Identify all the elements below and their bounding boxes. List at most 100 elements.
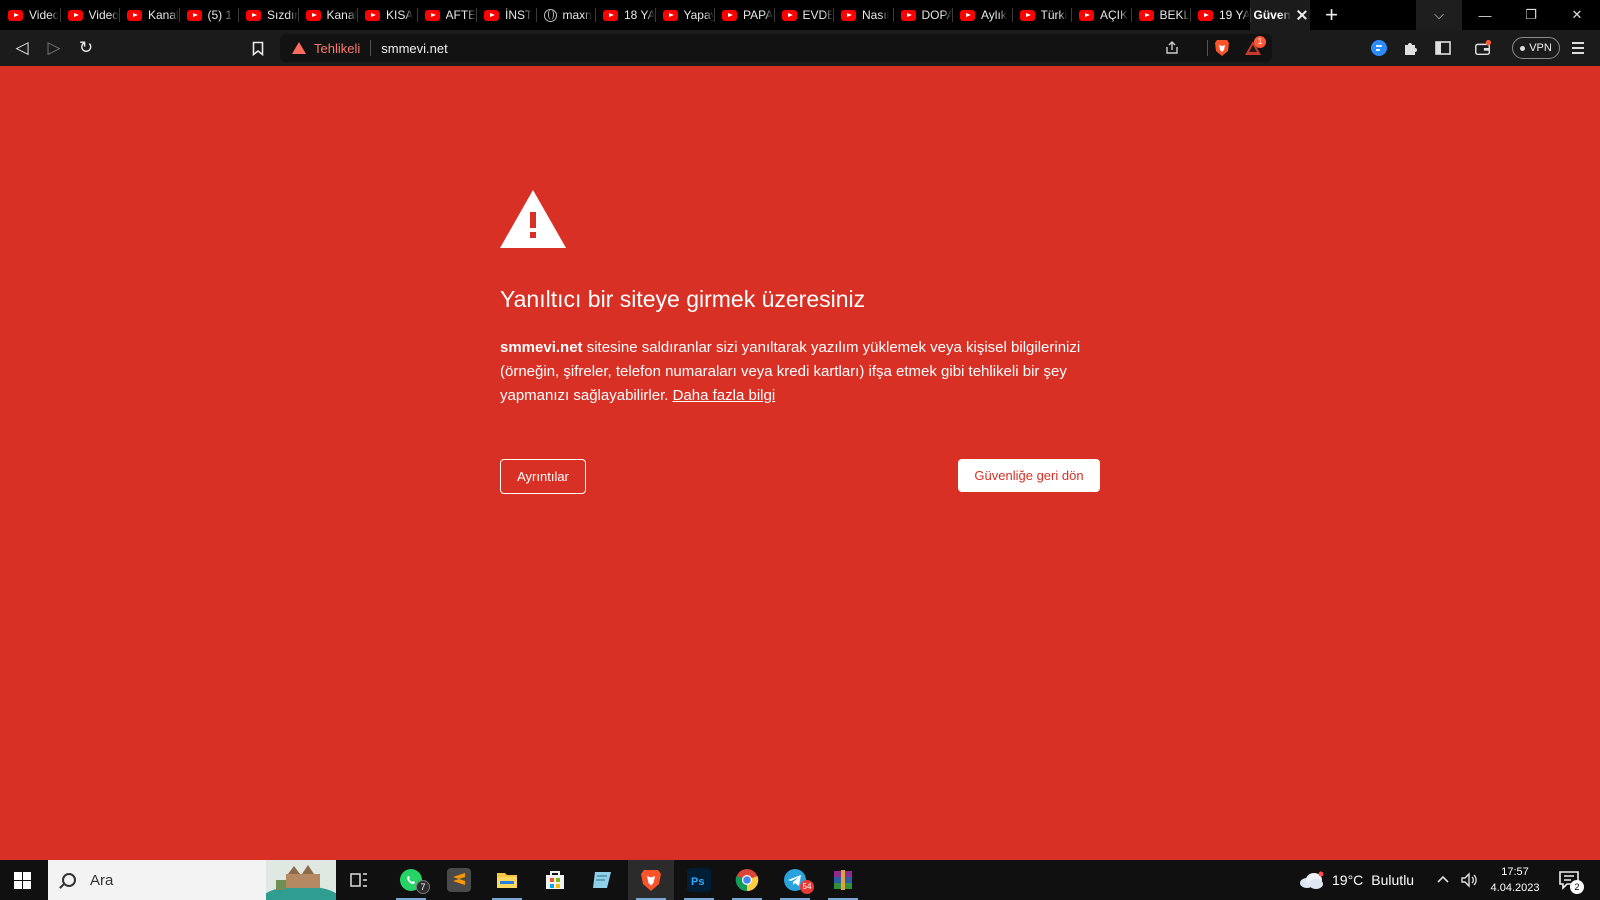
youtube-favicon-icon (246, 9, 261, 21)
tab-title: Kanal (326, 8, 358, 22)
minimize-button[interactable]: — (1462, 0, 1508, 30)
browser-tab[interactable]: 18 YA (595, 0, 655, 30)
weather-widget[interactable]: 19°C Bulutlu (1298, 860, 1414, 900)
url-text[interactable]: smmevi.net (381, 41, 447, 56)
close-tab-icon[interactable] (1295, 8, 1309, 22)
svg-text:Ps: Ps (691, 876, 704, 888)
active-browser-tab[interactable]: Güven (1249, 0, 1310, 30)
warning-triangle-icon (500, 190, 566, 248)
browser-tab[interactable]: AFTE (416, 0, 477, 30)
window-controls: ⌵ — ❐ ✕ (1416, 0, 1600, 30)
tab-title: 18 YA (624, 8, 655, 22)
browser-tab[interactable]: KISA (357, 0, 417, 30)
youtube-favicon-icon (1138, 9, 1154, 21)
page-title: Yanıltıcı bir siteye girmek üzeresiniz (500, 286, 866, 312)
browser-tab[interactable]: EVDE (773, 0, 833, 30)
reload-button[interactable]: ↻ (70, 33, 102, 63)
chrome-icon (735, 869, 759, 892)
vpn-button[interactable]: VPN (1512, 37, 1560, 59)
cloudy-weather-icon (1300, 871, 1324, 889)
tab-title: PAPA (743, 8, 774, 22)
whatsapp-badge: 7 (416, 880, 430, 894)
browser-tab[interactable]: İNST (476, 0, 536, 30)
browser-tab[interactable]: Kanal (119, 0, 179, 30)
browser-tab[interactable]: PAPA (714, 0, 774, 30)
share-icon[interactable] (1164, 40, 1180, 56)
learn-more-link[interactable]: Daha fazla bilgi (673, 387, 776, 404)
start-button-windows-icon[interactable] (14, 872, 31, 889)
new-tab-button[interactable]: + (1310, 0, 1354, 30)
bookmark-button[interactable] (242, 33, 274, 63)
tab-title: AFTE (445, 8, 477, 22)
browser-tab[interactable]: 19 YA (1190, 0, 1250, 30)
youtube-favicon-icon (1198, 9, 1213, 21)
youtube-favicon-icon (484, 9, 499, 21)
browser-tab[interactable]: BEKL (1130, 0, 1190, 30)
browser-tab[interactable]: maxn (535, 0, 596, 30)
task-view-icon[interactable] (350, 872, 368, 888)
taskbar-app-winrar[interactable] (820, 860, 866, 900)
brave-shields-icon[interactable] (1214, 39, 1230, 57)
volume-speaker-icon[interactable] (1460, 872, 1478, 888)
sidebar-toggle-icon[interactable] (1434, 39, 1452, 57)
close-window-button[interactable]: ✕ (1554, 0, 1600, 30)
browser-tab[interactable]: Video (0, 0, 60, 30)
taskbar-app-notes[interactable] (580, 860, 626, 900)
sublime-text-icon (447, 868, 471, 892)
taskbar-app-telegram[interactable]: 54 (772, 860, 818, 900)
youtube-favicon-icon (960, 9, 975, 21)
browser-tab[interactable]: AÇIK (1071, 0, 1131, 30)
show-hidden-icons-chevron-up-icon[interactable] (1436, 872, 1450, 886)
danger-warning-icon (292, 42, 306, 54)
youtube-favicon-icon (900, 9, 916, 21)
tab-title: Yapay (683, 8, 715, 22)
taskbar-app-microsoft-store[interactable] (532, 860, 578, 900)
back-to-safety-button[interactable]: Güvenliğe geri dön (958, 459, 1100, 492)
winrar-icon (834, 870, 852, 890)
tab-title: maxn (562, 8, 592, 22)
browser-tab[interactable]: Kanal (297, 0, 358, 30)
tab-title: Nasıl (862, 8, 890, 22)
restore-button[interactable]: ❐ (1508, 0, 1554, 30)
details-button[interactable]: Ayrıntılar (500, 459, 586, 494)
browser-tab[interactable]: Nasıl (833, 0, 893, 30)
brave-browser-icon (641, 870, 661, 891)
vpn-status-icon (1520, 45, 1526, 51)
taskbar-app-sublime-text[interactable] (436, 860, 482, 900)
address-bar[interactable]: Tehlikeli smmevi.net 1 (280, 34, 1272, 62)
main-menu-icon[interactable] (1572, 42, 1584, 54)
wallet-icon[interactable] (1474, 39, 1492, 57)
taskbar-search-box[interactable]: Ara (48, 860, 336, 900)
clock-time: 17:57 (1501, 866, 1529, 878)
back-button[interactable]: ◁ (6, 33, 38, 63)
browser-tab[interactable]: Sızdır (238, 0, 298, 30)
taskbar-app-whatsapp[interactable]: 7 (388, 860, 434, 900)
youtube-favicon-icon (424, 9, 440, 21)
tab-title: DOPA (921, 8, 953, 22)
youtube-favicon-icon (305, 9, 321, 21)
extensions-puzzle-icon[interactable] (1402, 39, 1420, 57)
notes-app-icon (593, 872, 611, 888)
tab-title: (5) 1 (207, 8, 233, 22)
browser-tab[interactable]: Video (59, 0, 120, 30)
clock-date: 4.04.2023 (1490, 882, 1540, 894)
site-name: smmevi.net (500, 339, 583, 356)
taskbar-app-file-explorer[interactable] (484, 860, 530, 900)
taskbar-app-photoshop[interactable]: Ps (676, 860, 722, 900)
taskbar-app-brave-browser[interactable] (628, 860, 674, 900)
tab-search-dropdown-button[interactable]: ⌵ (1416, 0, 1462, 30)
browser-tab[interactable]: (5) 1 (178, 0, 239, 30)
forward-button[interactable]: ▷ (38, 33, 70, 63)
browser-tab[interactable]: Aylık (952, 0, 1012, 30)
youtube-favicon-icon (662, 9, 678, 21)
taskbar-app-chrome[interactable] (724, 860, 770, 900)
telegram-badge: 54 (800, 880, 814, 894)
browser-tab[interactable]: Yapay (654, 0, 715, 30)
rewards-badge: 1 (1254, 36, 1266, 48)
browser-tab[interactable]: DOPA (892, 0, 953, 30)
forward-arrow-icon: ▷ (47, 38, 61, 57)
browser-tab[interactable]: Türki (1011, 0, 1072, 30)
security-status-label[interactable]: Tehlikeli (314, 41, 360, 56)
system-clock[interactable]: 17:57 4.04.2023 (1486, 864, 1544, 896)
leo-ai-icon[interactable] (1370, 39, 1388, 57)
